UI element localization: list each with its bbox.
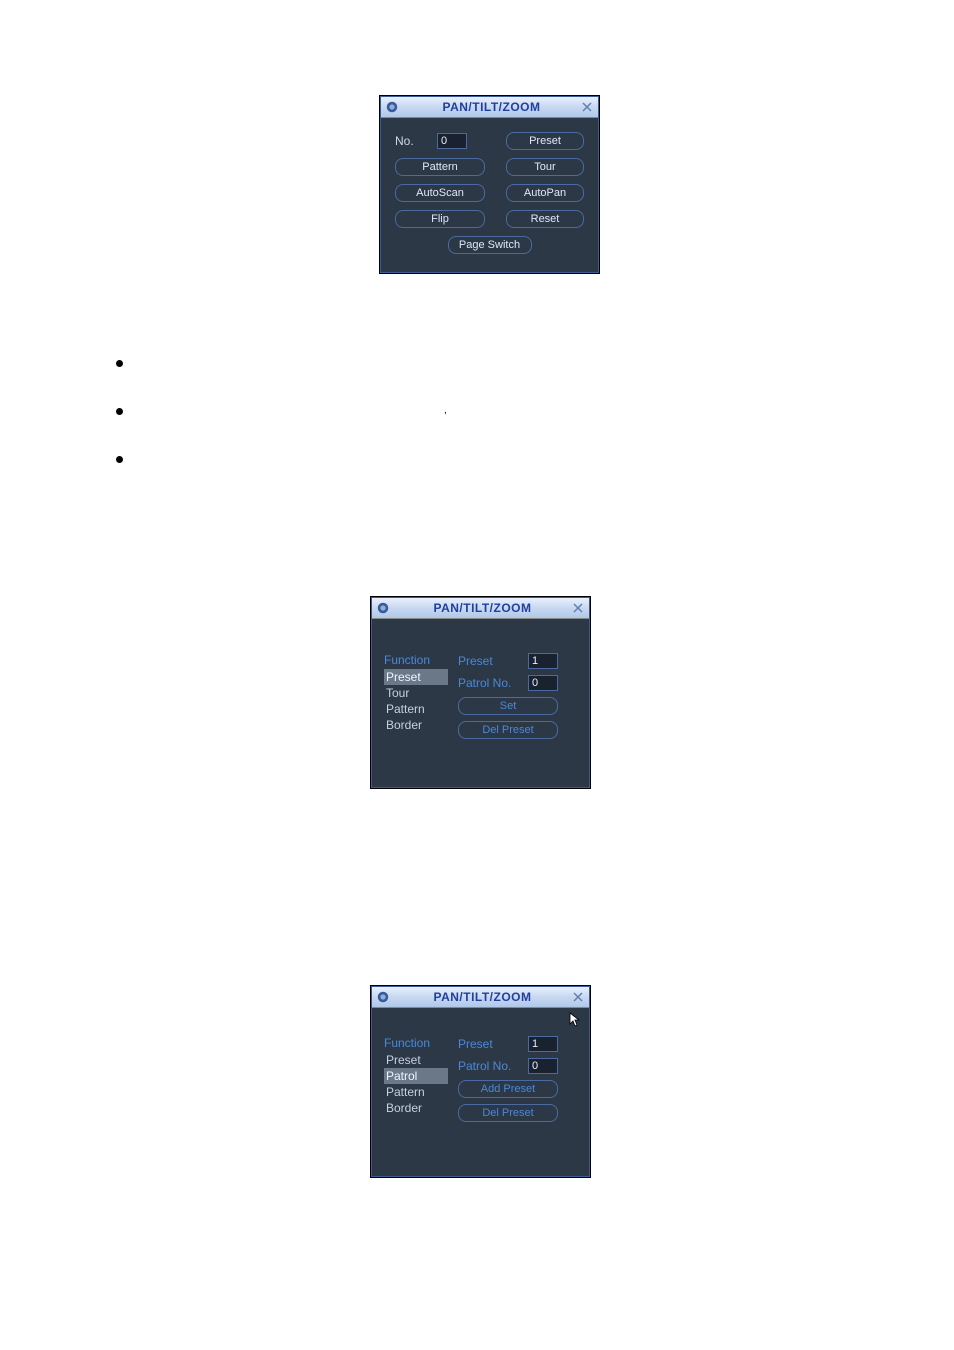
preset-label: Preset xyxy=(458,1037,522,1051)
function-panel: Preset Patrol No. Add Preset Del Preset xyxy=(458,1036,577,1160)
function-label: Function xyxy=(384,653,448,667)
reset-button[interactable]: Reset xyxy=(506,210,584,228)
list-item-tour[interactable]: Tour xyxy=(384,685,448,701)
titlebar[interactable]: PAN/TILT/ZOOM xyxy=(372,598,589,619)
list-item-pattern[interactable]: Pattern xyxy=(384,1084,448,1100)
patrol-label: Patrol No. xyxy=(458,1059,522,1073)
preset-input[interactable] xyxy=(528,653,558,669)
no-label: No. xyxy=(395,134,429,148)
del-preset-button[interactable]: Del Preset xyxy=(458,1104,558,1122)
tour-button[interactable]: Tour xyxy=(506,158,584,176)
list-item-border[interactable]: Border xyxy=(384,717,448,733)
titlebar[interactable]: PAN/TILT/ZOOM xyxy=(372,987,589,1008)
ptz-dialog-call: PAN/TILT/ZOOM No. Preset Pattern Tour Au… xyxy=(380,96,599,273)
bullet xyxy=(116,408,123,415)
function-label: Function xyxy=(384,1036,448,1050)
bullet xyxy=(116,456,123,463)
function-list: Function Preset Patrol Pattern Border xyxy=(384,1036,448,1160)
preset-button[interactable]: Preset xyxy=(506,132,584,150)
titlebar[interactable]: PAN/TILT/ZOOM xyxy=(381,97,598,118)
app-icon xyxy=(385,100,399,114)
dialog-body: Function Preset Patrol Pattern Border Pr… xyxy=(372,1008,589,1176)
preset-label: Preset xyxy=(458,654,522,668)
patrol-input[interactable] xyxy=(528,1058,558,1074)
app-icon xyxy=(376,990,390,1004)
dialog-body: Function Preset Tour Pattern Border Pres… xyxy=(372,619,589,787)
no-input[interactable] xyxy=(437,133,467,149)
window-title: PAN/TILT/ZOOM xyxy=(394,601,571,615)
patrol-label: Patrol No. xyxy=(458,676,522,690)
list-item-preset[interactable]: Preset xyxy=(384,1052,448,1068)
close-icon[interactable] xyxy=(571,990,585,1004)
flip-button[interactable]: Flip xyxy=(395,210,485,228)
preset-input[interactable] xyxy=(528,1036,558,1052)
bullet xyxy=(116,360,123,367)
patrol-input[interactable] xyxy=(528,675,558,691)
set-button[interactable]: Set xyxy=(458,697,558,715)
stray-mark: , xyxy=(444,405,447,416)
app-icon xyxy=(376,601,390,615)
ptz-dialog-preset: PAN/TILT/ZOOM Function Preset Tour Patte… xyxy=(371,597,590,788)
window-title: PAN/TILT/ZOOM xyxy=(403,100,580,114)
list-item-pattern[interactable]: Pattern xyxy=(384,701,448,717)
list-item-preset[interactable]: Preset xyxy=(384,669,448,685)
function-panel: Preset Patrol No. Set Del Preset xyxy=(458,653,577,771)
close-icon[interactable] xyxy=(571,601,585,615)
list-item-patrol[interactable]: Patrol xyxy=(384,1068,448,1084)
window-title: PAN/TILT/ZOOM xyxy=(394,990,571,1004)
close-icon[interactable] xyxy=(580,100,594,114)
pattern-button[interactable]: Pattern xyxy=(395,158,485,176)
del-preset-button[interactable]: Del Preset xyxy=(458,721,558,739)
cursor-icon xyxy=(569,1012,581,1031)
ptz-dialog-patrol: PAN/TILT/ZOOM Function Preset Patrol Pat… xyxy=(371,986,590,1177)
function-list: Function Preset Tour Pattern Border xyxy=(384,653,448,771)
autopan-button[interactable]: AutoPan xyxy=(506,184,584,202)
add-preset-button[interactable]: Add Preset xyxy=(458,1080,558,1098)
dialog-body: No. Preset Pattern Tour AutoScan AutoPan… xyxy=(381,118,598,272)
page-switch-button[interactable]: Page Switch xyxy=(448,236,532,254)
list-item-border[interactable]: Border xyxy=(384,1100,448,1116)
autoscan-button[interactable]: AutoScan xyxy=(395,184,485,202)
